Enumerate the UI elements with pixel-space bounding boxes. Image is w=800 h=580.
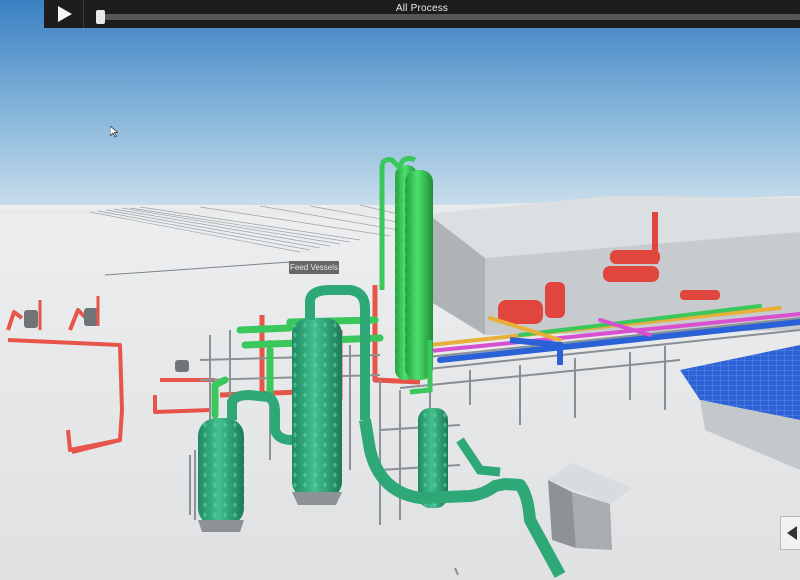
process-hall: [428, 196, 800, 335]
plant-3d-viewport[interactable]: [0, 0, 800, 580]
timeline-handle[interactable]: [96, 10, 105, 24]
feed-vessels-label: Feed Vessels: [289, 261, 339, 274]
play-button[interactable]: [44, 0, 84, 28]
timeline-slider[interactable]: [98, 14, 800, 20]
process-title: All Process: [395, 3, 449, 14]
play-icon: [58, 6, 72, 22]
chevron-left-icon: [786, 526, 797, 540]
side-panel-toggle-button[interactable]: [780, 516, 800, 550]
mouse-pointer-icon: [110, 126, 118, 138]
playback-toolbar: All Process: [44, 0, 800, 28]
